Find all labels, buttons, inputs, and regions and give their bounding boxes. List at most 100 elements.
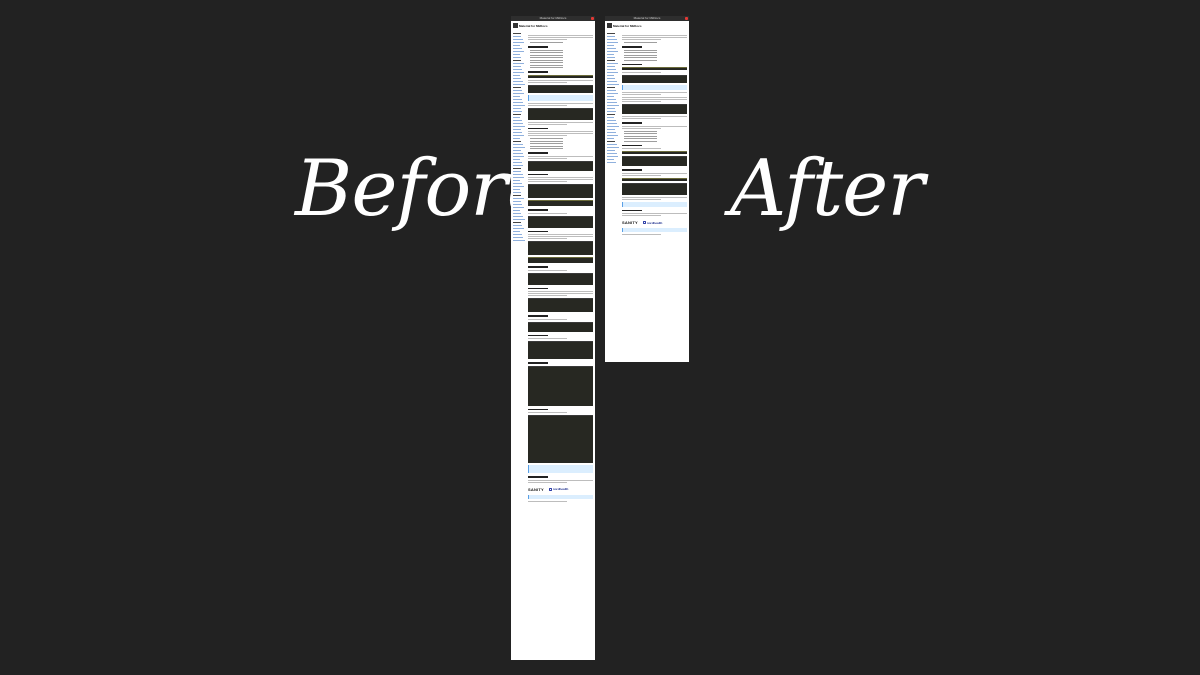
sidebar-link[interactable] xyxy=(513,210,520,211)
sidebar-link[interactable] xyxy=(607,120,616,121)
sidebar-link[interactable] xyxy=(513,36,522,37)
sidebar-link[interactable] xyxy=(607,111,617,112)
sidebar-link[interactable] xyxy=(513,225,523,226)
sidebar-section[interactable] xyxy=(607,87,616,88)
sidebar-section[interactable] xyxy=(607,33,616,34)
sidebar-link[interactable] xyxy=(513,99,522,100)
sidebar-link[interactable] xyxy=(513,69,523,70)
sidebar-link[interactable] xyxy=(607,78,616,79)
sidebar-link[interactable] xyxy=(513,81,523,82)
sidebar-link[interactable] xyxy=(513,132,523,133)
sidebar-link[interactable] xyxy=(513,78,522,79)
sidebar-link[interactable] xyxy=(513,216,523,217)
sidebar-link[interactable] xyxy=(513,198,525,199)
sidebar-link[interactable] xyxy=(513,75,520,76)
sidebar-link[interactable] xyxy=(513,186,524,187)
sidebar-link[interactable] xyxy=(607,51,618,52)
sidebar-link[interactable] xyxy=(607,45,615,46)
sidebar-link[interactable] xyxy=(607,132,617,133)
sidebar-section[interactable] xyxy=(513,60,522,61)
logo-icon[interactable] xyxy=(607,23,612,28)
sidebar-link[interactable] xyxy=(607,81,617,82)
sidebar-link[interactable] xyxy=(513,189,520,190)
sidebar-link[interactable] xyxy=(513,237,524,238)
sidebar-link[interactable] xyxy=(607,39,617,40)
sidebar-link[interactable] xyxy=(513,240,525,241)
sidebar-section[interactable] xyxy=(607,60,616,61)
sidebar-link[interactable] xyxy=(607,159,615,160)
nordhealth-logo[interactable]: nordhealth xyxy=(548,487,568,491)
sidebar-link[interactable] xyxy=(607,75,614,76)
sidebar-link[interactable] xyxy=(513,90,523,91)
sidebar-link[interactable] xyxy=(513,150,522,151)
sidebar-link[interactable] xyxy=(607,162,616,163)
sidebar-link[interactable] xyxy=(513,204,523,205)
sidebar-link[interactable] xyxy=(607,96,614,97)
sidebar-link[interactable] xyxy=(513,63,525,64)
sidebar-section[interactable] xyxy=(513,33,522,34)
sidebar-link[interactable] xyxy=(513,96,520,97)
sidebar-link[interactable] xyxy=(513,174,523,175)
sidebar-link[interactable] xyxy=(513,66,521,67)
sidebar-link[interactable] xyxy=(607,90,617,91)
sidebar-link[interactable] xyxy=(607,36,616,37)
sidebar-link[interactable] xyxy=(607,102,618,103)
sidebar-link[interactable] xyxy=(513,126,525,127)
sidebar-link[interactable] xyxy=(607,144,618,145)
close-icon[interactable] xyxy=(591,17,594,20)
sidebar-link[interactable] xyxy=(513,129,521,130)
sidebar-link[interactable] xyxy=(513,102,524,103)
sidebar-link[interactable] xyxy=(513,228,524,229)
logo-icon[interactable] xyxy=(513,23,518,28)
sanity-logo[interactable]: SANITY xyxy=(528,487,544,492)
sidebar-link[interactable] xyxy=(513,171,522,172)
sidebar-link[interactable] xyxy=(607,99,616,100)
sidebar-link[interactable] xyxy=(513,45,521,46)
nordhealth-logo[interactable]: nordhealth xyxy=(642,221,662,225)
sidebar-link[interactable] xyxy=(607,129,615,130)
sidebar-section[interactable] xyxy=(513,114,522,115)
sidebar-link[interactable] xyxy=(513,177,525,178)
sidebar-link[interactable] xyxy=(513,213,522,214)
sidebar-link[interactable] xyxy=(607,42,619,43)
sidebar-link[interactable] xyxy=(513,57,522,58)
sidebar-link[interactable] xyxy=(607,150,616,151)
sidebar-link[interactable] xyxy=(513,108,521,109)
sidebar-link[interactable] xyxy=(513,135,525,136)
sidebar-link[interactable] xyxy=(513,105,525,106)
sidebar-link[interactable] xyxy=(513,51,524,52)
sidebar-link[interactable] xyxy=(607,54,614,55)
sidebar-link[interactable] xyxy=(513,231,520,232)
sidebar-link[interactable] xyxy=(513,117,521,118)
sidebar-link[interactable] xyxy=(513,123,524,124)
sidebar-section[interactable] xyxy=(513,195,522,196)
sidebar-link[interactable] xyxy=(513,153,523,154)
sidebar-link[interactable] xyxy=(513,72,524,73)
site-name[interactable]: Material for MkDocs xyxy=(519,24,548,28)
sidebar-link[interactable] xyxy=(513,183,522,184)
sidebar-section[interactable] xyxy=(513,87,522,88)
sidebar-link[interactable] xyxy=(513,144,524,145)
sidebar-link[interactable] xyxy=(513,219,525,220)
sidebar-link[interactable] xyxy=(513,111,523,112)
sidebar-link[interactable] xyxy=(513,162,522,163)
sidebar-link[interactable] xyxy=(513,192,522,193)
sidebar-link[interactable] xyxy=(513,201,521,202)
close-icon[interactable] xyxy=(685,17,688,20)
sidebar-link[interactable] xyxy=(513,84,525,85)
sidebar-link[interactable] xyxy=(513,138,521,139)
sidebar-link[interactable] xyxy=(513,234,522,235)
sidebar-link[interactable] xyxy=(607,147,619,148)
sidebar-link[interactable] xyxy=(513,165,524,166)
sidebar-link[interactable] xyxy=(513,156,525,157)
sidebar-link[interactable] xyxy=(513,159,521,160)
sidebar-link[interactable] xyxy=(607,123,618,124)
sidebar-link[interactable] xyxy=(513,48,522,49)
sidebar-link[interactable] xyxy=(607,117,615,118)
sidebar-link[interactable] xyxy=(607,156,619,157)
sidebar-link[interactable] xyxy=(607,138,615,139)
sidebar-link[interactable] xyxy=(607,153,617,154)
sidebar-link[interactable] xyxy=(607,105,619,106)
sidebar-link[interactable] xyxy=(607,57,616,58)
sidebar-link[interactable] xyxy=(607,69,617,70)
